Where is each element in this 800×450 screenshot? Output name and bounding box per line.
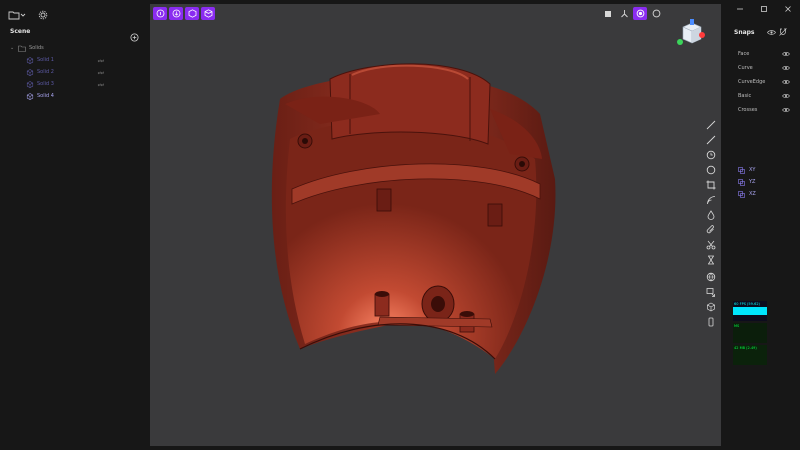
crop-icon[interactable] <box>704 179 718 190</box>
droplet-icon[interactable] <box>704 209 718 220</box>
polyline-icon[interactable] <box>704 134 718 145</box>
close-icon[interactable] <box>776 0 800 18</box>
scene-title: Scene <box>10 28 31 35</box>
line-icon[interactable] <box>704 119 718 130</box>
magnet-icon[interactable] <box>779 28 787 36</box>
scene-tree: ⌄ Solids Solid 1 ⇄⇄ Solid 2 ⇄⇄ Solid 3 ⇄… <box>10 42 140 102</box>
cube-icon <box>26 92 34 100</box>
phone-icon[interactable] <box>704 316 718 327</box>
snap-label: Basic <box>738 93 752 99</box>
tree-item-label: Solid 3 <box>37 81 54 87</box>
scissors-icon[interactable] <box>704 239 718 250</box>
snap-item-face[interactable]: Face <box>738 47 790 61</box>
clock-icon[interactable] <box>704 149 718 160</box>
performance-stats: 60 FPS (59-62) MS 42 MB (2-49) <box>733 301 767 367</box>
plane-icon <box>738 190 745 198</box>
memory-label: 42 MB (2-49) <box>734 346 757 350</box>
eye-icon[interactable] <box>782 65 790 71</box>
ms-meter: MS <box>733 323 767 343</box>
cube-icon <box>26 56 34 64</box>
cube-icon <box>26 80 34 88</box>
memory-meter: 42 MB (2-49) <box>733 345 767 365</box>
sketch-tools <box>704 119 718 327</box>
arc-icon[interactable] <box>704 194 718 205</box>
fps-label: 60 FPS (59-62) <box>734 302 760 306</box>
cube-icon <box>26 68 34 76</box>
3d-viewport[interactable] <box>150 4 721 446</box>
eye-icon[interactable] <box>782 79 790 85</box>
eye-icon[interactable] <box>767 29 776 36</box>
info-icon[interactable] <box>153 7 167 20</box>
plane-label: XZ <box>749 191 756 197</box>
snaps-panel: Snaps Face Curve CurveEdge Basic Crosses <box>722 20 800 450</box>
plane-label: YZ <box>749 179 756 185</box>
eye-icon[interactable] <box>782 51 790 57</box>
cube-outline-icon[interactable] <box>704 301 718 312</box>
3d-model-shell <box>271 63 556 374</box>
axes-icon[interactable] <box>617 7 631 20</box>
tree-item-solid-2[interactable]: Solid 2 ⇄⇄ <box>10 66 140 78</box>
image-transform-icon[interactable] <box>704 286 718 297</box>
solid-square-icon[interactable] <box>601 7 615 20</box>
link-badge: ⇄⇄ <box>97 69 105 75</box>
snap-label: CurveEdge <box>738 79 766 85</box>
chevron-down-icon[interactable]: ⌄ <box>10 45 18 51</box>
snap-label: Curve <box>738 65 753 71</box>
snap-item-crosses[interactable]: Crosses <box>738 103 790 117</box>
link-badge: ⇄⇄ <box>97 81 105 87</box>
navigation-cube-icon[interactable] <box>673 15 709 51</box>
app-window: Scene ⌄ Solids Solid 1 ⇄⇄ Solid 2 ⇄⇄ Sol… <box>0 0 800 450</box>
snap-item-curveedge[interactable]: CurveEdge <box>738 75 790 89</box>
circle-mode-icon[interactable] <box>649 7 663 20</box>
plane-icon <box>738 178 745 186</box>
download-icon[interactable] <box>169 7 183 20</box>
folder-icon <box>18 45 26 52</box>
circle-icon[interactable] <box>704 164 718 175</box>
tree-item-solid-3[interactable]: Solid 3 ⇄⇄ <box>10 78 140 90</box>
shaded-mode-icon[interactable] <box>633 7 647 20</box>
tree-item-label: Solid 1 <box>37 57 54 63</box>
tree-item-label: Solid 4 <box>37 93 54 99</box>
fps-bar <box>733 307 767 315</box>
plane-icon <box>738 166 745 174</box>
snap-label: Crosses <box>738 107 758 113</box>
snap-list: Face Curve CurveEdge Basic Crosses <box>738 47 790 117</box>
viewport-display-tools <box>601 7 663 20</box>
paperclip-icon[interactable] <box>704 224 718 235</box>
tree-item-solid-1[interactable]: Solid 1 ⇄⇄ <box>10 54 140 66</box>
plane-item-xz[interactable]: XZ <box>738 188 756 200</box>
plane-label: XY <box>749 167 756 173</box>
snap-item-basic[interactable]: Basic <box>738 89 790 103</box>
minimize-icon[interactable] <box>728 0 752 18</box>
maximize-icon[interactable] <box>752 0 776 18</box>
hourglass-icon[interactable] <box>704 254 718 265</box>
snap-label: Face <box>738 51 750 57</box>
add-circle-icon[interactable] <box>130 27 139 42</box>
window-controls <box>728 0 800 18</box>
snaps-title: Snaps <box>734 29 755 36</box>
package-icon[interactable] <box>201 7 215 20</box>
eye-icon[interactable] <box>782 107 790 113</box>
globe-icon[interactable] <box>704 271 718 282</box>
viewport-left-tools <box>153 7 215 20</box>
plane-item-xy[interactable]: XY <box>738 164 756 176</box>
snap-item-curve[interactable]: Curve <box>738 61 790 75</box>
box-icon[interactable] <box>185 7 199 20</box>
scene-panel: Scene ⌄ Solids Solid 1 ⇄⇄ Solid 2 ⇄⇄ Sol… <box>0 20 148 450</box>
plane-list: XY YZ XZ <box>738 164 756 200</box>
tree-item-label: Solid 2 <box>37 69 54 75</box>
tree-folder-solids[interactable]: ⌄ Solids <box>10 42 140 54</box>
fps-meter: 60 FPS (59-62) <box>733 301 767 321</box>
ms-label: MS <box>734 324 740 328</box>
eye-icon[interactable] <box>782 93 790 99</box>
tree-item-solid-4[interactable]: Solid 4 <box>10 90 140 102</box>
link-badge: ⇄⇄ <box>97 57 105 63</box>
tree-folder-label: Solids <box>29 45 44 51</box>
plane-item-yz[interactable]: YZ <box>738 176 756 188</box>
